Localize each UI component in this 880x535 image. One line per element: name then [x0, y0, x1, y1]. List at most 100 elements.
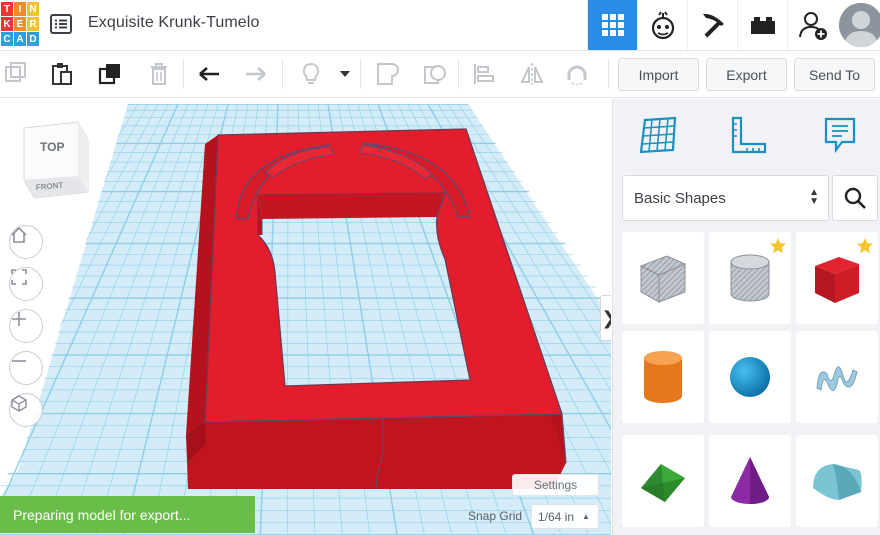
ungroup-button[interactable] [421, 60, 449, 88]
undo-button[interactable] [195, 60, 223, 88]
shape-cylinder[interactable] [622, 331, 704, 423]
undo-icon [199, 67, 219, 81]
import-button[interactable]: Import [618, 58, 699, 91]
perspective-button[interactable] [9, 393, 43, 427]
shape-cone[interactable] [709, 435, 791, 527]
paste-button[interactable] [48, 60, 76, 88]
logo-letter: C [1, 32, 13, 46]
favorite-star-icon[interactable] [856, 237, 874, 260]
shape-library-select[interactable]: Basic Shapes ▲ ▼ [622, 175, 829, 221]
trash-icon [151, 63, 167, 85]
clipboard-icon [52, 63, 72, 85]
align-button[interactable] [470, 60, 498, 88]
shape-sphere[interactable] [709, 331, 791, 423]
group-icon [377, 63, 399, 85]
status-message: Preparing model for export... [13, 506, 191, 523]
settings-button[interactable]: Settings [512, 474, 599, 496]
view-bricks-button[interactable] [737, 0, 787, 50]
zoom-in-button[interactable] [9, 309, 43, 343]
send-to-button[interactable]: Send To [794, 58, 875, 91]
snap-grid-value: 1/64 in [538, 509, 575, 524]
avatar-icon [839, 3, 880, 47]
view-circuits-button[interactable] [637, 0, 687, 50]
view-cube-top-label: TOP [40, 140, 64, 154]
copy-icon [5, 62, 26, 82]
shapes-panel: Basic Shapes ▲ ▼ [612, 99, 880, 535]
shape-box-hole[interactable] [622, 232, 704, 324]
toolbar-divider [183, 59, 184, 89]
brick-icon [750, 17, 775, 34]
duplicate-icon [98, 64, 120, 85]
round-roof-icon [813, 464, 862, 500]
toolbar-divider [608, 59, 609, 89]
note-icon [824, 117, 856, 154]
shape-round-roof[interactable] [796, 435, 878, 527]
copy-button[interactable] [2, 60, 30, 88]
scribble-icon [816, 366, 858, 391]
home-view-button[interactable] [9, 225, 43, 259]
shape-cylinder-hole[interactable] [709, 232, 791, 324]
logo-letter: A [14, 32, 26, 46]
minus-icon [12, 360, 26, 362]
favorite-star-icon[interactable] [769, 237, 787, 260]
pumpkin-bot-icon [651, 11, 674, 40]
view-3d-design-button[interactable] [587, 0, 637, 50]
export-status-toast: Preparing model for export... [0, 496, 255, 533]
logo-letter: T [1, 2, 13, 16]
ruler-icon [731, 116, 767, 154]
grid-icon [601, 14, 624, 36]
invite-user-button[interactable] [787, 0, 837, 50]
snap-grid-select[interactable]: 1/64 in ▲ [531, 504, 599, 529]
panel-collapse-toggle[interactable]: ❯ [600, 295, 611, 341]
pickaxe-icon [702, 13, 724, 38]
duplicate-button[interactable] [97, 60, 125, 88]
redo-button[interactable] [242, 60, 270, 88]
toolbar-divider [282, 59, 283, 89]
shape-roof[interactable] [622, 435, 704, 527]
workplane-tab[interactable] [628, 109, 688, 161]
logo-letter: R [27, 17, 39, 31]
fit-view-button[interactable] [9, 267, 43, 301]
shape-box[interactable] [796, 232, 878, 324]
toolbar-divider [360, 59, 361, 89]
document-title[interactable]: Exquisite Krunk-Tumelo [88, 14, 259, 32]
search-button[interactable] [832, 175, 878, 221]
sphere-icon [730, 357, 770, 397]
toolbar-divider [458, 59, 459, 89]
cone-icon [731, 457, 769, 504]
box-hole-icon [639, 255, 687, 303]
search-icon [844, 187, 866, 209]
group-button[interactable] [374, 60, 402, 88]
ruler-tab[interactable] [718, 109, 778, 161]
notes-tab[interactable] [809, 109, 869, 161]
cruise-button[interactable] [563, 60, 591, 88]
shape-library-value: Basic Shapes [634, 189, 726, 207]
list-icon [50, 14, 72, 34]
mirror-icon [520, 63, 544, 85]
shape-scribble[interactable] [796, 331, 878, 423]
select-arrows-icon: ▲ ▼ [809, 187, 819, 207]
note-dropdown-button[interactable] [333, 60, 357, 88]
logo-letter: D [27, 32, 39, 46]
note-button[interactable] [297, 60, 325, 88]
zoom-out-button[interactable] [9, 351, 43, 385]
home-icon [11, 226, 27, 243]
lightbulb-icon [302, 62, 320, 84]
design-menu-button[interactable] [48, 12, 74, 36]
mirror-button[interactable] [518, 60, 546, 88]
caret-down-icon [340, 71, 350, 77]
fit-icon [11, 269, 27, 285]
view-codeblocks-button[interactable] [687, 0, 737, 50]
workplane-icon [639, 116, 677, 154]
delete-button[interactable] [145, 60, 173, 88]
logo-letter: K [1, 17, 13, 31]
add-user-icon [798, 12, 827, 40]
workplane-viewport[interactable]: TOP FRONT ❯ Settings Snap Grid 1/64 in ▲… [0, 99, 611, 535]
cylinder-hole-icon [730, 254, 770, 302]
export-button[interactable]: Export [706, 58, 787, 91]
tinkercad-logo[interactable]: TINKERCAD [0, 0, 39, 47]
align-icon [474, 64, 494, 84]
redo-icon [246, 67, 266, 81]
view-cube-icon: TOP FRONT [23, 121, 89, 199]
user-avatar[interactable] [839, 3, 880, 47]
